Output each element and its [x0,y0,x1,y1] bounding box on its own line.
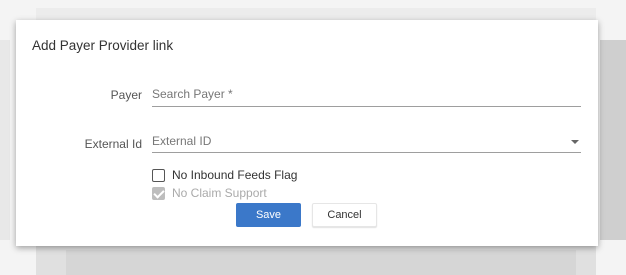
no-inbound-feeds-label: No Inbound Feeds Flag [172,168,298,182]
external-id-label: External Id [84,137,142,151]
dialog-title: Add Payer Provider link [32,38,174,53]
cancel-button[interactable]: Cancel [312,203,377,227]
background-left-edge [0,40,10,240]
no-claim-support-label: No Claim Support [172,186,267,200]
chevron-down-icon [571,140,579,144]
external-id-select[interactable]: External ID [152,132,581,153]
save-button[interactable]: Save [236,203,301,227]
background-right-panel [600,40,626,240]
no-claim-support-row: No Claim Support [152,185,267,201]
no-claim-support-checkbox [152,186,165,200]
background-footer-inner [66,250,576,275]
background-header-strip [36,8,596,20]
add-payer-provider-dialog: Add Payer Provider link Payer External I… [16,20,598,246]
payer-search-input[interactable] [152,84,581,107]
no-inbound-feeds-row[interactable]: No Inbound Feeds Flag [152,167,297,183]
external-id-selected-value: External ID [152,134,212,148]
payer-label: Payer [110,88,142,102]
no-inbound-feeds-checkbox[interactable] [152,168,165,182]
